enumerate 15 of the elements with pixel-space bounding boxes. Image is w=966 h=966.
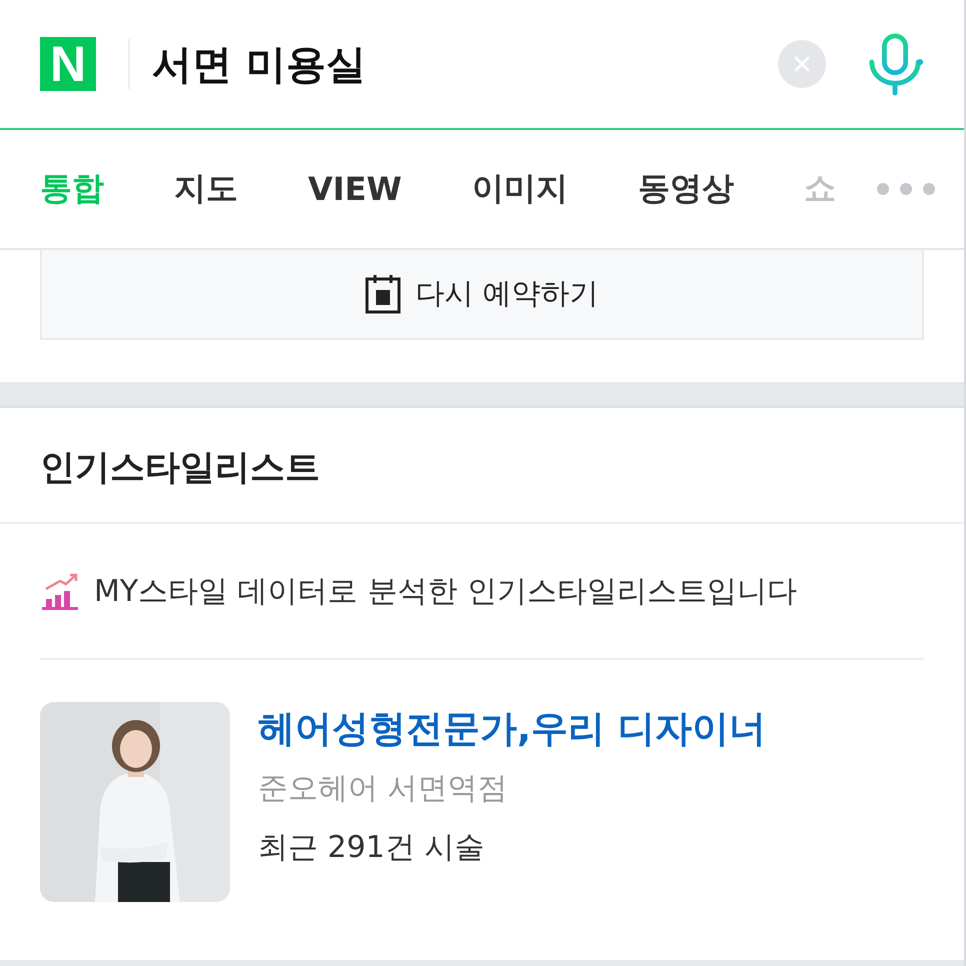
tab[interactable]: 지도 (174, 167, 238, 211)
more-icon[interactable] (876, 182, 936, 196)
bar-chart-icon (40, 571, 80, 611)
section-title: 인기스타일리스트 (39, 447, 321, 490)
search-field[interactable]: 서면 미용실 (152, 36, 778, 92)
tab[interactable]: 동영상 (638, 167, 734, 211)
close-icon[interactable] (778, 40, 826, 88)
rebook-button[interactable]: 다시 예약하기 (40, 250, 924, 340)
tab[interactable]: 이미지 (472, 167, 568, 211)
calendar-icon (365, 274, 402, 314)
info-text: MY스타일 데이터로 분석한 인기스타일리스트입니다 (94, 572, 797, 610)
service-count: 최근 291건 시술 (258, 829, 486, 867)
stylist-name[interactable]: 헤어성형전문가,우리 디자이너 (258, 704, 766, 754)
shop-name: 준오헤어 서면역점 (258, 770, 509, 808)
tab[interactable]: VIEW (308, 170, 402, 208)
